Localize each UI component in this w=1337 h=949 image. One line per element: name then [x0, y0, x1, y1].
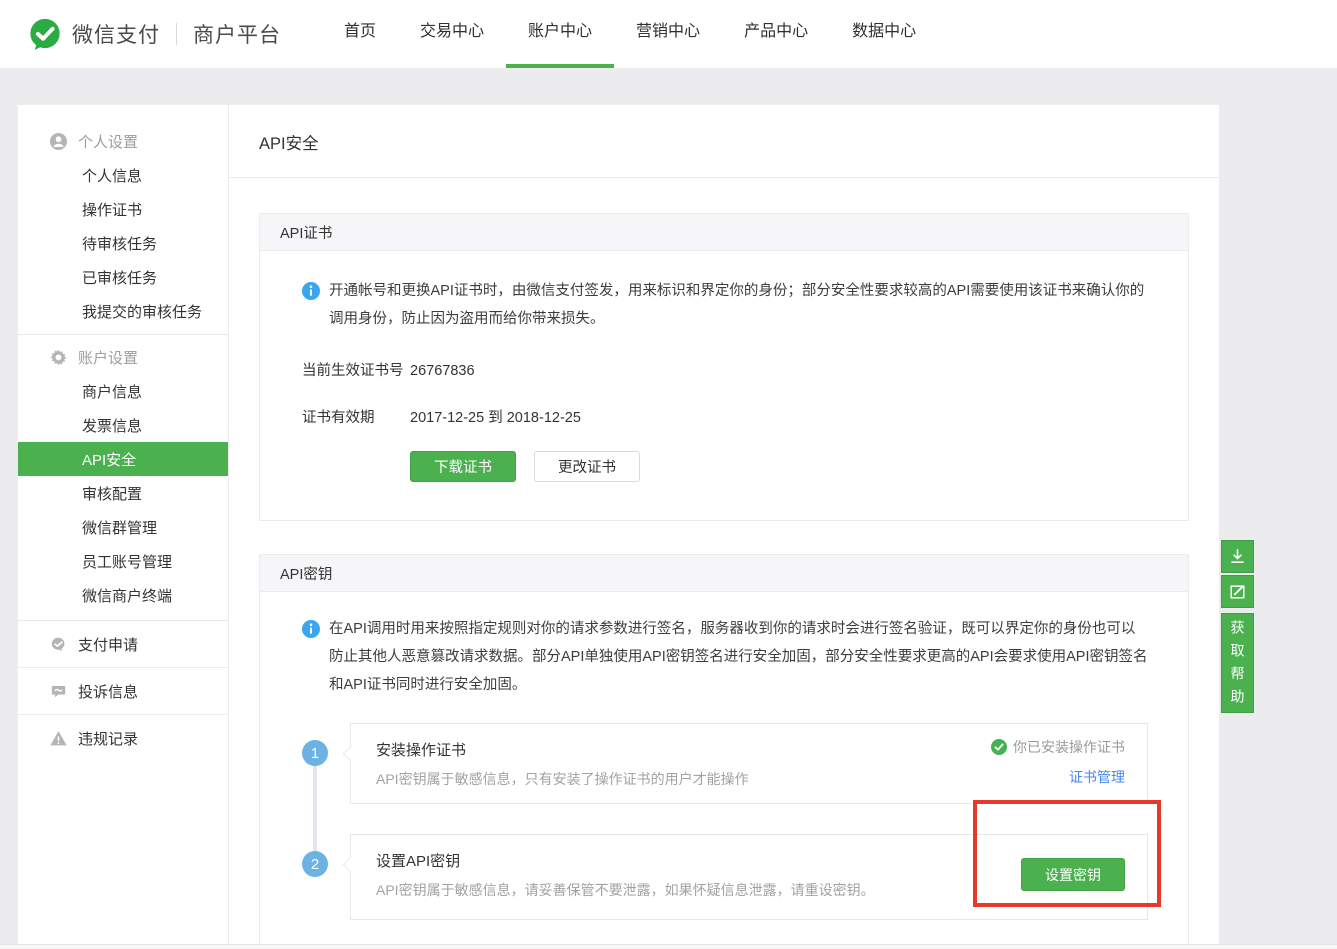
sidebar-link-payment-application[interactable]: 支付申请: [18, 621, 228, 668]
info-icon: [302, 620, 320, 638]
download-certificate-button[interactable]: 下载证书: [410, 451, 516, 482]
sidebar-item-api-security[interactable]: API安全: [18, 442, 228, 476]
api-key-steps: 1 安装操作证书 API密钥属于敏感信息，只有安装了操作证书的用户才能操作: [302, 723, 1148, 920]
nav-transaction-center[interactable]: 交易中心: [398, 0, 506, 68]
sidebar-link-label: 支付申请: [78, 634, 138, 655]
certificate-installed-status: 你已安装操作证书: [991, 737, 1125, 757]
field-label: 证书有效期: [302, 404, 410, 432]
sidebar-group-label: 账户设置: [78, 347, 138, 368]
logo-divider: [176, 23, 177, 45]
top-nav: 首页 交易中心 账户中心 营销中心 产品中心 数据中心: [322, 0, 938, 68]
certificate-info-text: 开通帐号和更换API证书时，由微信支付签发，用来标识和界定你的身份；部分安全性要…: [329, 277, 1148, 333]
step-install-certificate: 1 安装操作证书 API密钥属于敏感信息，只有安装了操作证书的用户才能操作: [302, 723, 1148, 804]
sidebar-item-review-config[interactable]: 审核配置: [18, 476, 228, 510]
step-number-badge: 1: [302, 740, 328, 766]
api-certificate-section-title: API证书: [260, 214, 1188, 251]
nav-data-center[interactable]: 数据中心: [830, 0, 938, 68]
sidebar-item-wechat-merchant-terminal[interactable]: 微信商户终端: [18, 578, 228, 612]
nav-home[interactable]: 首页: [322, 0, 398, 68]
sidebar-item-reviewed[interactable]: 已审核任务: [18, 260, 228, 294]
sidebar-group-personal-settings: 个人设置: [18, 124, 228, 158]
main-content: API安全 API证书 开通帐号和更换API证书时，由微信支付签发，用来标识和界…: [228, 105, 1219, 944]
api-key-info-text: 在API调用时用来按照指定规则对你的请求参数进行签名，服务器收到你的请求时会进行…: [329, 615, 1148, 699]
comment-bubble-icon: [49, 682, 68, 701]
download-icon: [1228, 547, 1247, 566]
step-box: 安装操作证书 API密钥属于敏感信息，只有安装了操作证书的用户才能操作 你已安装…: [350, 723, 1148, 804]
sidebar-link-label: 投诉信息: [78, 681, 138, 702]
sidebar-item-operation-cert[interactable]: 操作证书: [18, 192, 228, 226]
sidebar-group-label: 个人设置: [78, 131, 138, 152]
sidebar-item-invoice-info[interactable]: 发票信息: [18, 408, 228, 442]
step-box-notch: [343, 746, 359, 762]
certificate-buttons: 下载证书 更改证书: [410, 451, 1148, 482]
nav-marketing-center[interactable]: 营销中心: [614, 0, 722, 68]
certificate-number: 26767836: [410, 357, 475, 385]
feedback-tool-button[interactable]: [1221, 575, 1254, 608]
sidebar-item-wechat-group-mgmt[interactable]: 微信群管理: [18, 510, 228, 544]
check-circle-icon: [991, 739, 1007, 755]
step-box-notch: [343, 857, 359, 873]
sidebar-item-merchant-info[interactable]: 商户信息: [18, 374, 228, 408]
download-tool-button[interactable]: [1221, 540, 1254, 573]
edit-icon: [1228, 582, 1247, 601]
step-connector-line: [313, 766, 317, 851]
wechat-pay-logo-icon: [28, 17, 62, 51]
status-text: 你已安装操作证书: [1013, 737, 1125, 757]
brand-name: 微信支付: [72, 19, 160, 49]
api-key-section: API密钥 在API调用时用来按照指定规则对你的请求参数进行签名，服务器收到你的…: [259, 554, 1189, 946]
api-key-section-title: API密钥: [260, 555, 1188, 592]
get-help-button[interactable]: 获取帮助: [1221, 613, 1254, 713]
sidebar-link-violation-records[interactable]: 违规记录: [18, 715, 228, 761]
step-number-badge: 2: [302, 851, 328, 877]
certificate-validity: 2017-12-25 到 2018-12-25: [410, 404, 581, 432]
set-api-key-button[interactable]: 设置密钥: [1021, 858, 1125, 891]
certificate-management-link[interactable]: 证书管理: [1069, 767, 1125, 787]
warning-triangle-icon: [49, 729, 68, 748]
api-key-info: 在API调用时用来按照指定规则对你的请求参数进行签名，服务器收到你的请求时会进行…: [302, 615, 1148, 699]
sidebar: 个人设置 个人信息 操作证书 待审核任务 已审核任务 我提交的审核任务 账户设置…: [18, 105, 228, 944]
field-label: 当前生效证书号: [302, 357, 410, 385]
certificate-info: 开通帐号和更换API证书时，由微信支付签发，用来标识和界定你的身份；部分安全性要…: [302, 277, 1148, 333]
step-set-api-key: 2 设置API密钥 API密钥属于敏感信息，请妥善保管不要泄露，如果怀疑信息泄露…: [302, 834, 1148, 920]
sidebar-group-account-settings: 账户设置: [18, 340, 228, 374]
top-header: 微信支付 商户平台 首页 交易中心 账户中心 营销中心 产品中心 数据中心: [0, 0, 1337, 68]
user-icon: [49, 132, 68, 151]
change-certificate-button[interactable]: 更改证书: [534, 451, 640, 482]
gear-icon: [49, 348, 68, 367]
step-box: 设置API密钥 API密钥属于敏感信息，请妥善保管不要泄露，如果怀疑信息泄露，请…: [350, 834, 1148, 920]
platform-name: 商户平台: [193, 19, 281, 49]
sidebar-item-my-submitted-review[interactable]: 我提交的审核任务: [18, 294, 228, 328]
float-toolbar: 获取帮助: [1221, 540, 1254, 713]
nav-product-center[interactable]: 产品中心: [722, 0, 830, 68]
wechat-bubble-icon: [49, 635, 68, 654]
sidebar-item-pending-review[interactable]: 待审核任务: [18, 226, 228, 260]
sidebar-link-complaint-info[interactable]: 投诉信息: [18, 668, 228, 715]
step-description: API密钥属于敏感信息，请妥善保管不要泄露，如果怀疑信息泄露，请重设密钥。: [376, 880, 1125, 900]
current-certificate-row: 当前生效证书号 26767836: [302, 357, 1148, 385]
api-certificate-section: API证书 开通帐号和更换API证书时，由微信支付签发，用来标识和界定你的身份；…: [259, 213, 1189, 521]
sidebar-link-label: 违规记录: [78, 728, 138, 749]
page-title: API安全: [229, 105, 1219, 178]
bottom-strip: [0, 944, 1337, 949]
logo: 微信支付 商户平台: [28, 0, 281, 68]
nav-account-center[interactable]: 账户中心: [506, 0, 614, 68]
sidebar-divider: [18, 334, 228, 335]
sidebar-item-staff-account-mgmt[interactable]: 员工账号管理: [18, 544, 228, 578]
certificate-validity-row: 证书有效期 2017-12-25 到 2018-12-25: [302, 404, 1148, 432]
info-icon: [302, 282, 320, 300]
step-title: 设置API密钥: [376, 850, 1125, 871]
sidebar-item-personal-info[interactable]: 个人信息: [18, 158, 228, 192]
